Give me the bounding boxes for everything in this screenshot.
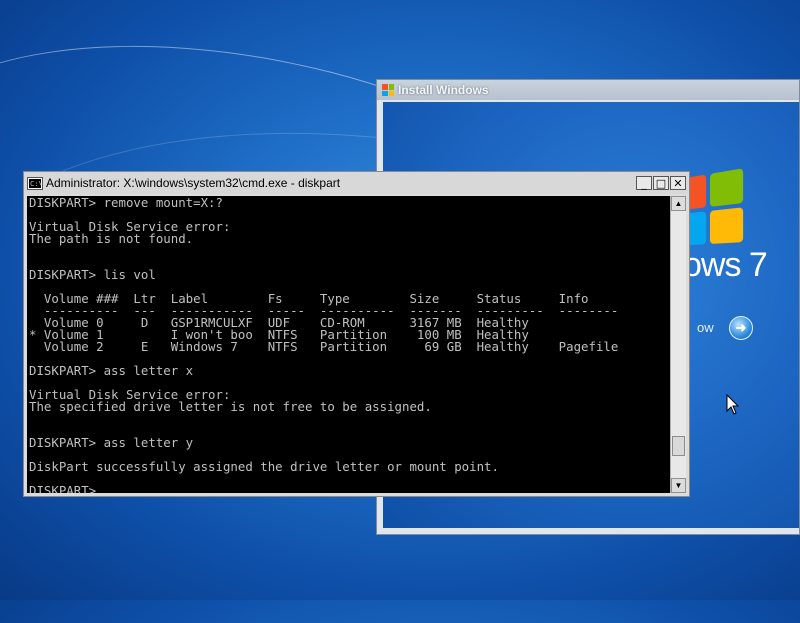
cmd-window-title: Administrator: X:\windows\system32\cmd.e… bbox=[46, 176, 341, 190]
windows-7-brand-text: ows 7 bbox=[683, 246, 768, 284]
vertical-scrollbar[interactable]: ▲ ▼ bbox=[670, 196, 686, 493]
install-windows-title: Install Windows bbox=[398, 83, 489, 97]
maximize-button[interactable]: □ bbox=[653, 176, 669, 190]
scroll-up-button[interactable]: ▲ bbox=[671, 196, 686, 211]
close-button[interactable]: ✕ bbox=[670, 176, 686, 190]
arrow-right-icon[interactable]: ➜ bbox=[729, 316, 753, 340]
install-windows-titlebar[interactable]: Install Windows bbox=[377, 80, 799, 100]
scroll-down-button[interactable]: ▼ bbox=[671, 478, 686, 493]
windows-flag-icon bbox=[382, 84, 394, 96]
cmd-window[interactable]: C:\ Administrator: X:\windows\system32\c… bbox=[23, 171, 690, 497]
minimize-button[interactable]: _ bbox=[636, 176, 652, 190]
install-now-label[interactable]: ow bbox=[697, 320, 714, 335]
cmd-titlebar[interactable]: C:\ Administrator: X:\windows\system32\c… bbox=[24, 172, 689, 194]
window-controls: _ □ ✕ bbox=[636, 176, 686, 190]
console-output[interactable]: DISKPART> remove mount=X:? Virtual Disk … bbox=[27, 196, 670, 493]
cmd-icon: C:\ bbox=[27, 176, 43, 190]
scrollbar-thumb[interactable] bbox=[672, 436, 685, 456]
console-text: DISKPART> remove mount=X:? Virtual Disk … bbox=[29, 196, 619, 493]
